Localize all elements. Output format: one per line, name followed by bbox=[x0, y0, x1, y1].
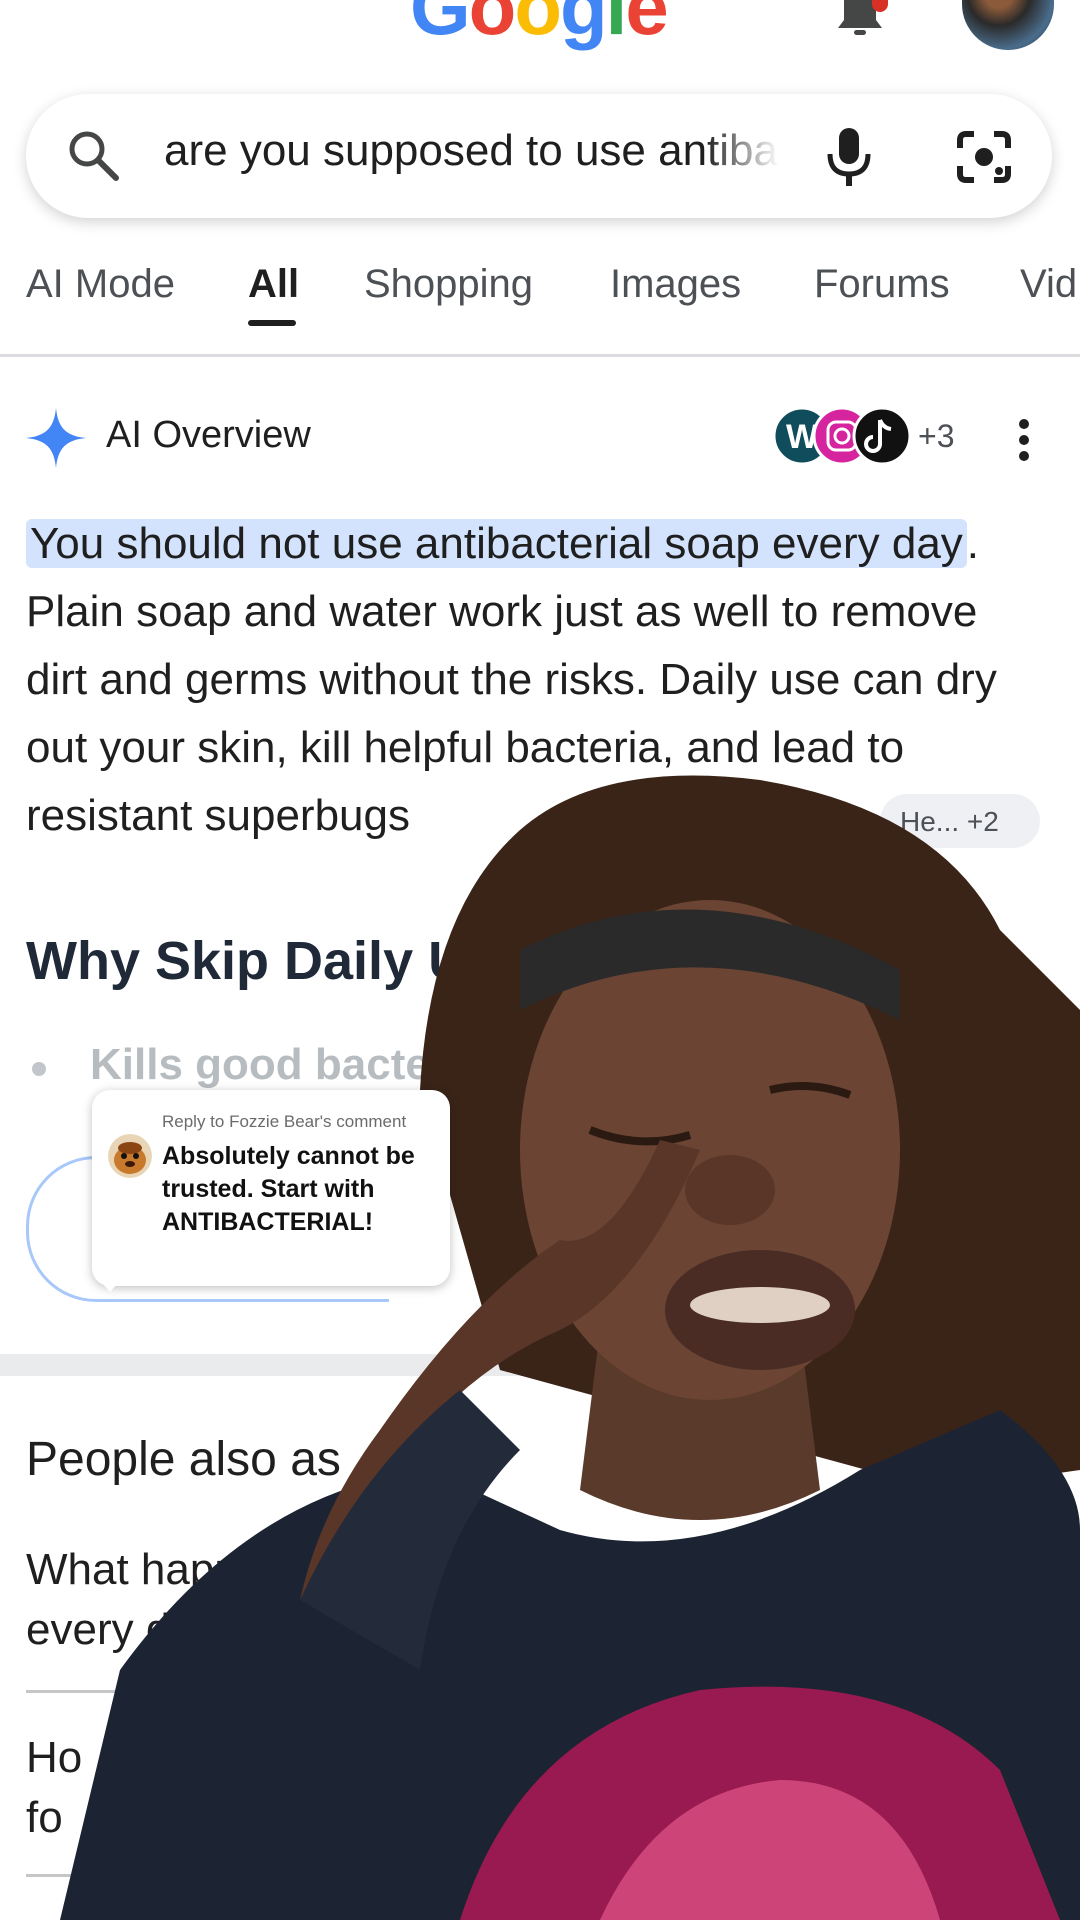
person-overlay-image bbox=[60, 775, 1080, 1920]
commenter-avatar bbox=[108, 1134, 152, 1178]
tab-forums[interactable]: Forums bbox=[814, 262, 950, 307]
lens-icon[interactable] bbox=[956, 130, 1012, 184]
logo-letter: o bbox=[514, 0, 562, 51]
mic-icon[interactable] bbox=[826, 128, 872, 186]
tab-images[interactable]: Images bbox=[610, 262, 741, 307]
logo-letter: o bbox=[468, 0, 517, 51]
reply-to-label: Reply to Fozzie Bear's comment bbox=[162, 1112, 407, 1131]
avatar[interactable] bbox=[962, 0, 1054, 50]
notification-dot bbox=[872, 0, 888, 12]
search-icon[interactable] bbox=[66, 128, 120, 182]
search-input[interactable]: are you supposed to use antibacterial so… bbox=[164, 126, 779, 176]
logo-letter: l bbox=[605, 0, 628, 51]
tab-videos[interactable]: Vid bbox=[1020, 262, 1077, 307]
google-logo[interactable]: Google bbox=[410, 0, 669, 53]
ai-overview-title: AI Overview bbox=[106, 414, 311, 456]
reply-comment-text: Absolutely cannot be trusted. Start with… bbox=[162, 1142, 415, 1236]
tab-shopping[interactable]: Shopping bbox=[364, 262, 533, 307]
divider bbox=[0, 354, 1080, 357]
logo-letter: g bbox=[559, 0, 608, 51]
tab-all[interactable]: All bbox=[248, 262, 299, 307]
sparkle-icon bbox=[26, 408, 86, 468]
logo-letter: G bbox=[410, 0, 471, 51]
logo-letter: e bbox=[625, 0, 668, 51]
tab-ai-mode[interactable]: AI Mode bbox=[26, 262, 175, 307]
highlighted-answer: You should not use antibacterial soap ev… bbox=[26, 519, 967, 568]
more-sources-count[interactable]: +3 bbox=[918, 418, 954, 455]
more-options-icon[interactable] bbox=[1018, 418, 1030, 462]
bubble-tail bbox=[96, 1276, 124, 1292]
active-tab-indicator bbox=[248, 320, 296, 326]
